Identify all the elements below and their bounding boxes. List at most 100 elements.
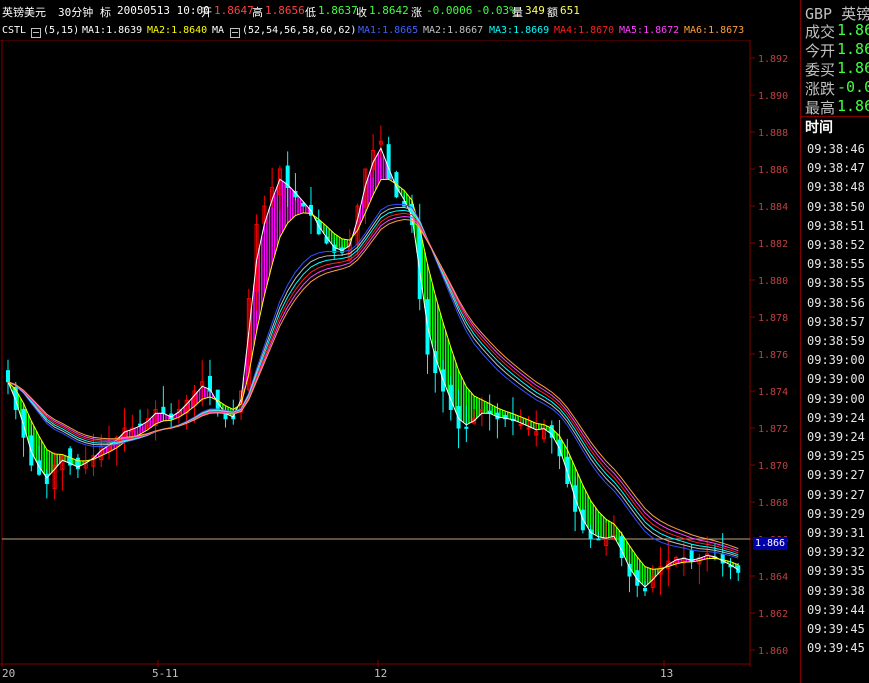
ma3-value: MA3:1.8669 xyxy=(489,25,550,36)
tick-time: 09:38:46 xyxy=(807,142,865,156)
time-header: 时间 xyxy=(805,120,833,136)
y-tick-label: 1.874 xyxy=(758,387,788,398)
cstl-ma2: MA2:1.8640 xyxy=(147,25,208,36)
tick-time: 09:38:55 xyxy=(807,257,865,272)
volume-value: 349 xyxy=(525,4,545,17)
y-tick-label: 1.862 xyxy=(758,609,788,620)
tick-time: 09:38:52 xyxy=(807,238,865,252)
y-tick-label: 1.892 xyxy=(758,54,788,65)
ma-name[interactable]: MA xyxy=(212,25,224,36)
y-tick-label: 1.882 xyxy=(758,239,788,250)
change-label: 涨 xyxy=(411,6,422,19)
tick-time: 09:38:57 xyxy=(807,314,865,329)
y-tick-label: 1.884 xyxy=(758,202,788,213)
datetime-label: 20050513 10:00 xyxy=(117,4,210,17)
amount-label: 额 xyxy=(547,6,558,19)
panel-row-label: 成交 xyxy=(805,23,836,41)
ma3-line xyxy=(7,209,739,556)
open-label: 开 xyxy=(201,6,212,19)
date-tick: 5-11 xyxy=(152,667,179,680)
panel-row-label: 今开 xyxy=(805,42,836,60)
tick-time: 09:38:59 xyxy=(807,334,865,348)
current-price-tag: 1.866 xyxy=(753,537,787,550)
y-tick-label: 1.878 xyxy=(758,313,788,324)
panel-row-value: 1.86 xyxy=(837,97,869,115)
ma-params: (52,54,56,58,60,62) xyxy=(242,25,357,36)
y-tick-label: 1.870 xyxy=(758,461,788,472)
date-tick: 20 xyxy=(2,667,16,680)
candle-body xyxy=(596,538,601,541)
close-label: 收 xyxy=(356,6,367,19)
collapse-icon[interactable] xyxy=(31,28,41,38)
low-value: 1.8637 xyxy=(318,4,358,17)
tick-time: 09:39:27 xyxy=(807,468,865,483)
tick-time: 09:39:00 xyxy=(807,372,865,387)
y-tick-label: 1.872 xyxy=(758,424,788,435)
high-label: 高 xyxy=(252,6,263,19)
ma6-value: MA6:1.8673 xyxy=(684,25,745,36)
period-label[interactable]: 30分钟 xyxy=(58,4,93,20)
high-value: 1.8656 xyxy=(265,4,305,17)
cstl-params: (5,15) xyxy=(43,25,80,36)
candle-body xyxy=(464,426,469,429)
candle-body xyxy=(301,203,306,207)
panel-row-label: 最高 xyxy=(805,99,836,117)
quote-panel: GBP 英镑 成交 1.86 今开 1.86 委买 1.86 涨跌 -0.0 最… xyxy=(800,0,869,683)
ma6-line xyxy=(7,219,739,549)
cstl-ma1-line xyxy=(7,147,739,588)
y-tick-label: 1.864 xyxy=(758,572,788,583)
tick-time: 09:39:24 xyxy=(807,430,865,444)
indicator-bar: CSTL (5,15) MA1:1.8639 MA2:1.8640 MA (52… xyxy=(0,22,760,40)
tick-time: 09:38:47 xyxy=(807,161,865,176)
ma5-value: MA5:1.8672 xyxy=(619,25,680,36)
panel-row-value: 1.86 xyxy=(837,21,869,39)
open-value: 1.8647 xyxy=(214,4,254,17)
quote-header: 英镑美元 30分钟 标 20050513 10:00 开 1.8647 高 1.… xyxy=(0,0,800,21)
change-pct: -0.03% xyxy=(476,4,516,17)
candle-body xyxy=(526,427,531,430)
candle-body xyxy=(161,406,166,414)
price-chart[interactable]: 1.892 1.890 1.888 1.886 1.884 1.882 1.880 1.878… xyxy=(0,40,800,667)
tick-time: 09:39:31 xyxy=(807,526,865,540)
date-tick: 13 xyxy=(660,667,674,680)
ma4-line xyxy=(7,212,739,554)
tick-time: 09:39:27 xyxy=(807,487,865,502)
tick-time: 09:39:45 xyxy=(807,641,865,656)
collapse-icon[interactable] xyxy=(230,28,240,38)
cstl-ma1: MA1:1.8639 xyxy=(82,25,143,36)
cstl-name[interactable]: CSTL xyxy=(2,25,26,36)
candle-body xyxy=(619,536,624,559)
close-value: 1.8642 xyxy=(369,4,409,17)
ma1-value: MA1:1.8665 xyxy=(358,25,419,36)
tick-time: 09:39:32 xyxy=(807,545,865,560)
tick-time: 09:39:25 xyxy=(807,449,865,464)
change-value: -0.0006 xyxy=(426,4,473,17)
tick-time: 09:38:50 xyxy=(807,199,865,214)
ma4-value: MA4:1.8670 xyxy=(554,25,615,36)
panel-row-label: 委买 xyxy=(805,61,836,79)
tick-time: 09:38:56 xyxy=(807,295,865,310)
tick-time: 09:39:35 xyxy=(807,564,865,579)
candle-body xyxy=(643,588,648,592)
y-tick-label: 1.880 xyxy=(758,276,788,287)
tick-time: 09:39:24 xyxy=(807,410,865,425)
panel-row-value: 1.86 xyxy=(837,59,869,77)
candle-body xyxy=(386,144,391,179)
tick-time: 09:39:29 xyxy=(807,506,865,521)
ma2-line xyxy=(7,206,739,557)
y-tick-label: 1.886 xyxy=(758,165,788,176)
tick-time: 09:39:44 xyxy=(807,602,865,617)
tick-time: 09:39:45 xyxy=(807,622,865,636)
tick-time: 09:39:00 xyxy=(807,391,865,406)
amount-value: 651 xyxy=(560,4,580,17)
symbol-name: 英镑美元 xyxy=(2,6,46,19)
y-tick-label: 1.888 xyxy=(758,128,788,139)
y-tick-label: 1.890 xyxy=(758,91,788,102)
tick-time: 09:38:51 xyxy=(807,218,865,233)
tick-time: 09:39:00 xyxy=(807,353,865,368)
low-label: 低 xyxy=(305,6,316,19)
marker-label: 标 xyxy=(100,6,111,19)
y-tick-label: 1.868 xyxy=(758,498,788,509)
volume-label: 量 xyxy=(512,6,523,19)
panel-row-value: 1.86 xyxy=(837,40,869,58)
